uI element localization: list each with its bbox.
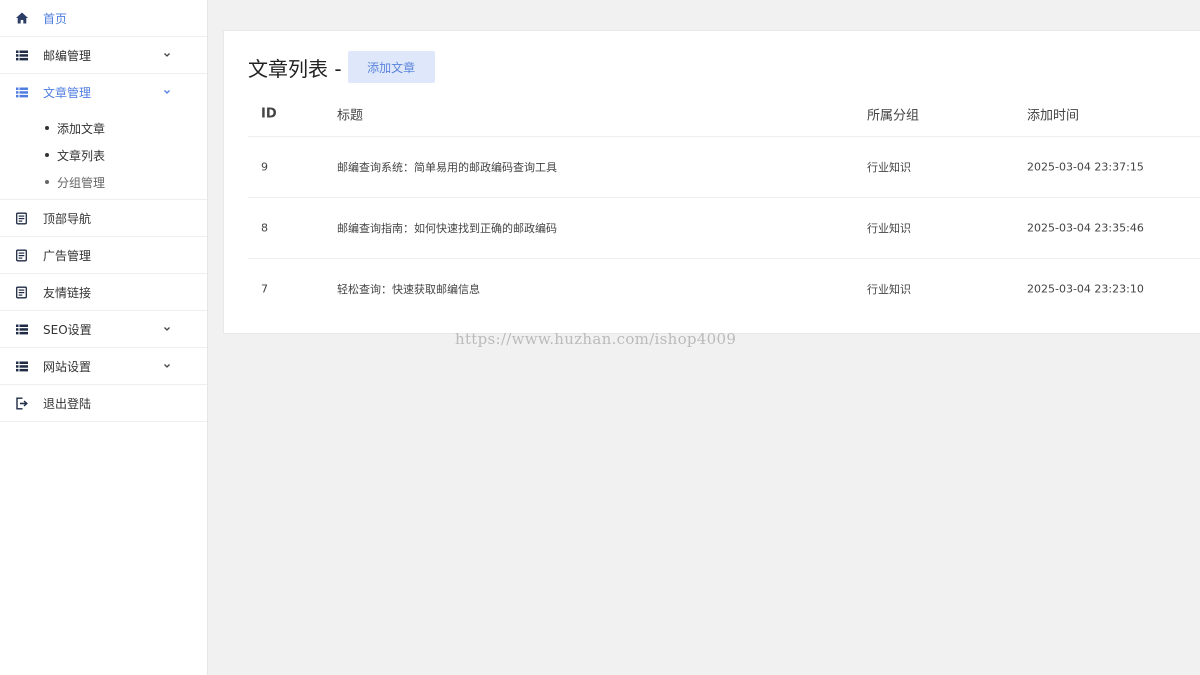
column-header-title[interactable]: 标题 bbox=[337, 104, 363, 123]
submenu-item-groups[interactable]: 分组管理 bbox=[0, 168, 207, 195]
submenu-item-article-list[interactable]: 文章列表 bbox=[0, 141, 207, 168]
sidebar-item-label: 网站设置 bbox=[43, 359, 92, 374]
cell-title[interactable]: 邮编查询系统：简单易用的邮政编码查询工具 bbox=[337, 159, 557, 175]
sidebar-item-top-nav[interactable]: 顶部导航 bbox=[0, 200, 207, 237]
card-header: 文章列表 - 添加文章 bbox=[248, 51, 435, 83]
cell-group: 行业知识 bbox=[867, 161, 911, 174]
cell-time: 2025-03-04 23:35:46 bbox=[1027, 221, 1144, 235]
sidebar-item-label: 退出登陆 bbox=[43, 396, 92, 411]
sidebar-item-site-settings[interactable]: 网站设置 bbox=[0, 348, 207, 385]
sidebar: 首页 邮编管理 文章管理 添加文章 文章列表 分组管理 顶部导航 广告管理 友情… bbox=[0, 0, 208, 675]
home-icon bbox=[15, 12, 28, 25]
bullet-icon bbox=[45, 180, 49, 184]
sidebar-item-logout[interactable]: 退出登陆 bbox=[0, 385, 207, 422]
bullet-icon bbox=[45, 126, 49, 130]
watermark-text: https://www.huzhan.com/ishop4009 bbox=[455, 330, 737, 348]
logout-icon bbox=[15, 397, 28, 410]
sidebar-item-label: 友情链接 bbox=[43, 285, 92, 300]
list-icon bbox=[15, 323, 28, 336]
sidebar-item-ads[interactable]: 广告管理 bbox=[0, 237, 207, 274]
cell-title[interactable]: 邮编查询指南：如何快速找到正确的邮政编码 bbox=[337, 220, 557, 236]
cell-time: 2025-03-04 23:37:15 bbox=[1027, 160, 1144, 174]
chevron-down-icon bbox=[162, 361, 172, 371]
submenu-item-label: 文章列表 bbox=[57, 149, 106, 163]
cell-id: 7 bbox=[261, 282, 268, 296]
chevron-down-icon bbox=[162, 50, 172, 60]
article-table: ID 标题 所属分组 添加时间 9 邮编查询系统：简单易用的邮政编码查询工具 行… bbox=[248, 91, 1200, 319]
page-title: 文章列表 - bbox=[248, 56, 342, 81]
sidebar-item-articles[interactable]: 文章管理 bbox=[0, 74, 207, 110]
bullet-icon bbox=[45, 153, 49, 157]
submenu-item-label: 添加文章 bbox=[57, 122, 106, 136]
sidebar-item-label: 首页 bbox=[43, 11, 68, 26]
sidebar-item-label: 邮编管理 bbox=[43, 48, 92, 63]
cell-group: 行业知识 bbox=[867, 222, 911, 235]
sidebar-item-seo[interactable]: SEO设置 bbox=[0, 311, 207, 348]
list-icon bbox=[15, 49, 28, 62]
articles-submenu: 添加文章 文章列表 分组管理 bbox=[0, 110, 207, 200]
cell-group: 行业知识 bbox=[867, 283, 911, 296]
column-header-time[interactable]: 添加时间 bbox=[1027, 104, 1079, 123]
list-icon bbox=[15, 360, 28, 373]
table-row[interactable]: 8 邮编查询指南：如何快速找到正确的邮政编码 行业知识 2025-03-04 2… bbox=[248, 198, 1200, 259]
table-header-row: ID 标题 所属分组 添加时间 bbox=[248, 91, 1200, 137]
sidebar-item-label: SEO设置 bbox=[43, 322, 92, 337]
chevron-down-icon bbox=[162, 87, 172, 97]
add-article-button[interactable]: 添加文章 bbox=[347, 51, 435, 83]
column-header-id[interactable]: ID bbox=[261, 106, 277, 121]
cell-title[interactable]: 轻松查询：快速获取邮编信息 bbox=[337, 281, 480, 297]
article-list-card: 文章列表 - 添加文章 ID 标题 所属分组 添加时间 9 邮编查询系统：简单易… bbox=[223, 30, 1200, 334]
sidebar-item-label: 文章管理 bbox=[43, 85, 92, 100]
sidebar-item-label: 广告管理 bbox=[43, 248, 92, 263]
cell-id: 9 bbox=[261, 160, 268, 174]
sidebar-item-links[interactable]: 友情链接 bbox=[0, 274, 207, 311]
chevron-down-icon bbox=[162, 324, 172, 334]
sidebar-item-label: 顶部导航 bbox=[43, 211, 92, 226]
submenu-item-label: 分组管理 bbox=[57, 176, 106, 190]
list-icon bbox=[15, 86, 28, 99]
document-icon bbox=[15, 212, 28, 225]
table-row[interactable]: 7 轻松查询：快速获取邮编信息 行业知识 2025-03-04 23:23:10 bbox=[248, 259, 1200, 319]
cell-id: 8 bbox=[261, 221, 268, 235]
sidebar-item-home[interactable]: 首页 bbox=[0, 0, 207, 37]
submenu-item-add-article[interactable]: 添加文章 bbox=[0, 114, 207, 141]
column-header-group[interactable]: 所属分组 bbox=[867, 104, 919, 123]
cell-time: 2025-03-04 23:23:10 bbox=[1027, 282, 1144, 296]
document-icon bbox=[15, 286, 28, 299]
table-row[interactable]: 9 邮编查询系统：简单易用的邮政编码查询工具 行业知识 2025-03-04 2… bbox=[248, 137, 1200, 198]
sidebar-item-postcode[interactable]: 邮编管理 bbox=[0, 37, 207, 74]
document-icon bbox=[15, 249, 28, 262]
